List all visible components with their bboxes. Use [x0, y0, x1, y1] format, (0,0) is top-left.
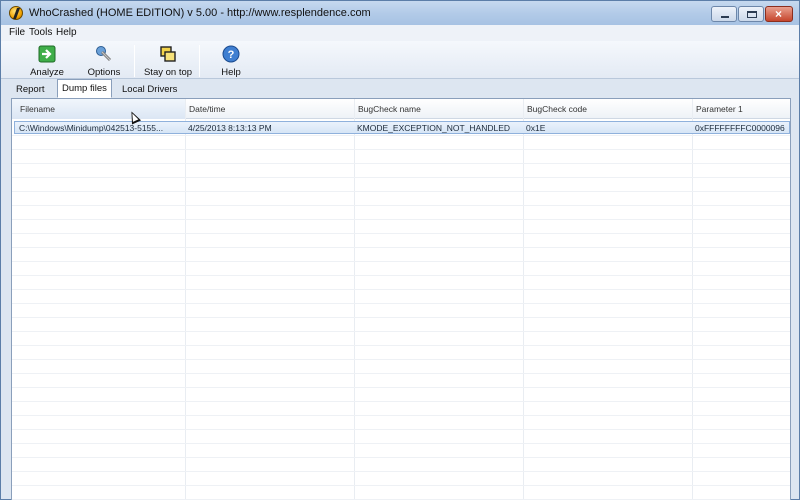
app-window: WhoCrashed (HOME EDITION) v 5.00 - http:… — [0, 0, 800, 500]
grid-row-line — [12, 485, 790, 486]
grid-line — [692, 99, 693, 500]
menu-file[interactable]: File — [9, 27, 25, 38]
grid-row-line — [12, 415, 790, 416]
cell-datetime: 4/25/2013 8:13:13 PM — [188, 123, 272, 133]
tab-report[interactable]: Report — [11, 80, 50, 98]
tab-strip: Report Dump files Local Drivers — [1, 79, 799, 98]
help-label: Help — [221, 67, 241, 78]
maximize-button[interactable] — [738, 6, 764, 22]
options-button[interactable]: Options — [83, 43, 125, 79]
grid-row-line — [12, 149, 790, 150]
grid-row-line — [12, 317, 790, 318]
grid-line — [523, 99, 524, 500]
column-header-bugcheck-code[interactable]: BugCheck code — [527, 104, 587, 114]
tab-dump-files[interactable]: Dump files — [57, 79, 112, 98]
cell-bugcheck-code: 0x1E — [526, 123, 546, 133]
whocrashed-app-icon — [9, 6, 23, 20]
grid-row-line — [12, 289, 790, 290]
grid-row-line — [12, 261, 790, 262]
analyze-button[interactable]: Analyze — [25, 43, 69, 79]
stay-on-top-button[interactable]: Stay on top — [141, 43, 195, 79]
close-icon: × — [775, 7, 783, 21]
grid-row-line — [12, 233, 790, 234]
svg-text:?: ? — [228, 49, 235, 61]
grid-row-line — [12, 387, 790, 388]
grid-row-line — [12, 429, 790, 430]
menu-tools[interactable]: Tools — [29, 27, 52, 38]
grid-row-line — [12, 373, 790, 374]
close-button[interactable]: × — [765, 6, 793, 22]
question-icon: ? — [222, 45, 240, 63]
toolbar: Analyze Options Stay on top ? Help — [1, 41, 799, 79]
options-label: Options — [87, 67, 121, 78]
column-header-filename[interactable]: Filename — [20, 104, 55, 114]
grid-row-line — [12, 177, 790, 178]
grid-row-line — [12, 219, 790, 220]
help-button[interactable]: ? Help — [213, 43, 249, 79]
grid-row-line — [12, 457, 790, 458]
column-header-parameter1[interactable]: Parameter 1 — [696, 104, 743, 114]
grid-line — [354, 99, 355, 500]
analyze-label: Analyze — [30, 67, 64, 78]
grid-row-line — [12, 191, 790, 192]
cell-parameter1: 0xFFFFFFFFC0000096 — [695, 123, 785, 133]
title-bar[interactable]: WhoCrashed (HOME EDITION) v 5.00 - http:… — [1, 1, 799, 25]
grid-row-line — [12, 345, 790, 346]
grid-row-line — [12, 275, 790, 276]
tab-local-drivers[interactable]: Local Drivers — [117, 80, 182, 98]
maximize-icon — [747, 11, 757, 18]
grid-row-line — [12, 135, 790, 136]
cell-filename: C:\Windows\Minidump\042513-5155... — [19, 123, 164, 133]
grid-row-line — [12, 247, 790, 248]
minimize-button[interactable] — [711, 6, 737, 22]
windows-stack-icon — [160, 46, 176, 62]
toolbar-separator — [134, 45, 135, 77]
menu-bar: File Tools Help — [1, 25, 799, 41]
grid-row-line — [12, 443, 790, 444]
column-header-datetime[interactable]: Date/time — [189, 104, 225, 114]
green-arrow-icon — [38, 45, 56, 63]
window-title: WhoCrashed (HOME EDITION) v 5.00 - http:… — [29, 7, 371, 19]
grid-row-line — [12, 471, 790, 472]
stay-on-top-label: Stay on top — [143, 67, 193, 78]
grid-row-line — [12, 163, 790, 164]
grid-row-line — [12, 331, 790, 332]
menu-help[interactable]: Help — [56, 27, 77, 38]
wrench-icon — [96, 46, 112, 62]
toolbar-separator — [199, 45, 200, 77]
cell-bugcheck-name: KMODE_EXCEPTION_NOT_HANDLED — [357, 123, 511, 133]
grid-row-line — [12, 401, 790, 402]
minimize-icon — [721, 16, 729, 18]
grid-row-line — [12, 359, 790, 360]
grid-row-line — [12, 205, 790, 206]
dump-files-table[interactable]: Filename Date/time BugCheck name BugChec… — [11, 98, 791, 500]
grid-row-line — [12, 303, 790, 304]
column-header-bugcheck-name[interactable]: BugCheck name — [358, 104, 421, 114]
grid-line — [185, 99, 186, 500]
